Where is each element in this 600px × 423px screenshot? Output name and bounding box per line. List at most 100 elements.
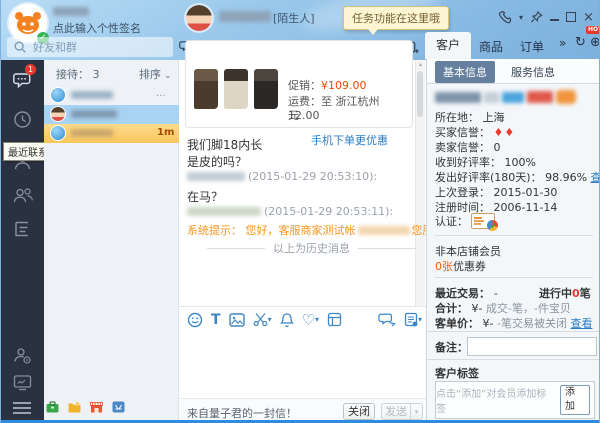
signature-text[interactable]: 点此输入个性签名	[53, 20, 141, 36]
my-name-blurred	[53, 7, 89, 16]
membership-status: 非本店铺会员	[435, 243, 501, 259]
favorites-group[interactable]: ♡ ▾	[302, 313, 319, 327]
given-rating-value: 98.96%	[545, 171, 587, 184]
emoji-icon[interactable]	[187, 312, 203, 328]
last-login-row: 上次登录： 2015-01-30	[435, 184, 557, 200]
location-value: 上海	[483, 111, 505, 124]
sidebar-messages-icon[interactable]	[13, 72, 33, 92]
add-tag-button[interactable]: 添加	[560, 385, 590, 415]
buyer-badge-blurred-2	[502, 92, 524, 103]
add-panel-icon[interactable]: ⊕	[590, 35, 600, 50]
subtab-basic-label: 基本信息	[443, 66, 487, 79]
customer-tags-box[interactable]: 点击“添加”对会员添加标签 添加	[435, 381, 595, 419]
contact-row-1[interactable]: ...	[44, 86, 179, 105]
buzz-icon[interactable]	[280, 312, 294, 328]
close-button[interactable]: 关闭	[343, 403, 375, 420]
last-login-label: 上次登录：	[435, 186, 490, 199]
note-input[interactable]	[467, 337, 597, 356]
screenshot-scissors-icon	[253, 312, 268, 327]
message-input-area[interactable]	[179, 332, 426, 398]
promo-price: ¥109.00	[321, 79, 367, 92]
sidebar-plugins-icon[interactable]	[13, 220, 33, 240]
history-divider-text: 以上为历史消息	[273, 240, 350, 256]
system-message-prefix: 系统提示： 您好，客服商家测试帐	[187, 222, 356, 238]
message-log-group[interactable]: ▾	[404, 312, 422, 327]
workbag-icon[interactable]	[46, 401, 59, 413]
sidebar-groups-icon[interactable]	[13, 186, 33, 206]
scrollbar-thumb[interactable]	[417, 71, 423, 117]
contact-2-name-blurred	[71, 110, 117, 118]
product-image-boot2	[224, 69, 248, 109]
seller-reputation-row: 卖家信誉： 0	[435, 139, 501, 155]
tabs-expand-icon[interactable]: »	[559, 36, 566, 50]
heart-icon: ♡	[302, 313, 315, 327]
peer-avatar-image	[186, 5, 212, 31]
image-icon[interactable]	[229, 313, 245, 327]
buyer-badge-blurred-4	[556, 90, 576, 104]
apps-grid-icon[interactable]	[112, 401, 125, 413]
unread-count-badge: 1	[25, 64, 36, 75]
minimize-icon[interactable]	[550, 19, 559, 21]
contact-row-2[interactable]	[44, 105, 179, 124]
subtab-basic-info[interactable]: 基本信息	[435, 61, 495, 83]
input-toolbar: T ▾ ♡ ▾ ▾	[179, 306, 426, 332]
in-progress-pre: 进行中	[539, 287, 572, 300]
note-label: 备注：	[435, 339, 468, 355]
search-input[interactable]	[31, 40, 165, 55]
folder-icon[interactable]	[68, 401, 81, 413]
received-rating-label: 收到好评率：	[435, 156, 501, 169]
recent-trade-row: 最近交易： -	[435, 285, 498, 301]
history-divider: 以上为历史消息	[207, 240, 416, 256]
shop-icon[interactable]	[90, 401, 103, 413]
sidebar-menu-icon[interactable]	[13, 399, 31, 417]
close-icon[interactable]: ×	[583, 11, 594, 24]
screenshot-group[interactable]: ▾	[253, 312, 272, 327]
tab-order-label: 订单	[520, 40, 544, 54]
sidebar-workbench-icon[interactable]	[13, 374, 33, 394]
quick-reply-icon[interactable]	[327, 312, 342, 327]
footer-status-text[interactable]: 来自量子君的一封信！	[187, 405, 297, 421]
peer-name-blurred	[219, 11, 271, 22]
scrollbar-up-icon[interactable]: ▴	[416, 60, 425, 69]
certification-label: 认证：	[435, 213, 468, 229]
contact-row-3[interactable]: 1m	[44, 124, 179, 143]
product-card[interactable]: 促销：¥109.00 运费：至 浙江杭州 12.00 元	[185, 40, 413, 128]
message-3: 在马？	[187, 188, 223, 205]
peer-avatar[interactable]	[186, 5, 212, 31]
chat-history-icon[interactable]	[378, 312, 396, 328]
trade-total-row: 合计： ¥- 成交-笔，-件宝贝	[435, 300, 571, 316]
chat-scrollbar[interactable]: ▴	[415, 60, 425, 306]
avg-order-label: 客单价：	[435, 317, 479, 330]
timestamp-2: (2015-01-29 20:53:11):	[264, 205, 393, 218]
trade-total-label: 合计：	[435, 302, 468, 315]
seller-reputation-value: 0	[494, 141, 501, 154]
refresh-icon[interactable]: ↻	[575, 35, 586, 50]
divider-line-right	[358, 248, 416, 249]
tab-customer[interactable]: 客户	[425, 32, 471, 59]
sort-control[interactable]: 排序 ⌄	[139, 66, 171, 82]
font-icon[interactable]: T	[211, 312, 221, 328]
shipping-unit: 元	[288, 107, 299, 123]
subtab-service-info[interactable]: 服务信息	[505, 61, 561, 83]
send-caret-button[interactable]: ▾	[410, 403, 423, 420]
tab-product[interactable]: 商品	[479, 38, 503, 55]
search-box[interactable]	[7, 37, 173, 57]
given-rating-view-link[interactable]: 查看	[591, 171, 600, 184]
phone-caret-icon[interactable]: ▾	[519, 13, 523, 22]
maximize-icon[interactable]	[566, 12, 576, 22]
task-tooltip: 任务功能在这里哦	[343, 6, 449, 30]
in-progress-post: 笔	[580, 287, 591, 300]
sidebar-recent-icon[interactable]	[13, 110, 33, 130]
product-image-boot1	[194, 69, 218, 109]
phone-icon[interactable]	[497, 10, 512, 25]
pin-icon[interactable]	[530, 10, 543, 24]
contact-3-wait-time: 1m	[157, 127, 174, 138]
avg-order-view-link[interactable]: 查看	[570, 317, 592, 330]
send-button[interactable]: 发送	[381, 403, 411, 420]
avg-order-value: ¥-	[483, 317, 494, 330]
mobile-order-link[interactable]: 手机下单更优惠	[311, 132, 388, 148]
sidebar-account-settings-icon[interactable]	[13, 346, 33, 366]
tab-order[interactable]: 订单	[520, 38, 544, 55]
trade-total-detail: 成交-笔，-件宝贝	[486, 302, 571, 315]
peer-stranger-tag: [陌生人]	[273, 10, 315, 26]
